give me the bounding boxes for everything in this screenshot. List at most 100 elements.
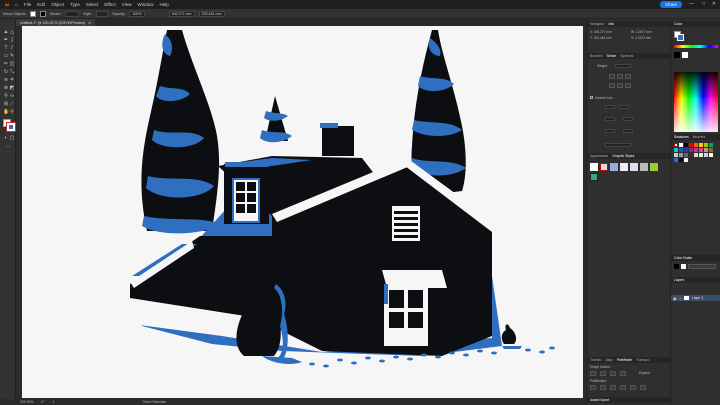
cap-square-button[interactable] [625,74,631,79]
close-tab-icon[interactable]: ✕ [88,21,91,25]
swatch-magenta[interactable] [694,148,698,152]
y-field[interactable]: 225.481 mm [198,10,225,17]
swatch-gray-2[interactable] [679,153,683,157]
rotation-angle[interactable]: 0° [41,400,44,404]
stroke-weight-field[interactable] [615,64,631,68]
cap-round-button[interactable] [617,74,623,79]
swatch-light-blue[interactable] [704,153,708,157]
style-dropdown[interactable] [96,10,109,17]
share-button[interactable]: Share [659,1,682,8]
x-field[interactable]: 406.271 mm [168,10,195,17]
tab-info[interactable]: Info [609,22,615,26]
swatch-white[interactable] [679,143,683,147]
scale-start-field[interactable] [605,129,615,133]
graphic-style-4[interactable] [620,163,628,171]
menu-effect[interactable]: Effect [104,2,115,7]
exclude-button[interactable] [620,371,626,376]
menu-type[interactable]: Type [70,2,80,7]
swatch-red[interactable] [689,143,693,147]
fill-swatch[interactable] [29,10,36,17]
tab-stroke[interactable]: Stroke [606,54,616,58]
scale-end-field[interactable] [623,129,633,133]
swatch-light-green[interactable] [699,153,703,157]
cap-butt-button[interactable] [609,74,615,79]
swatch-pink[interactable] [699,148,703,152]
home-icon[interactable]: ⌂ [15,2,18,8]
swatch-orange[interactable] [694,143,698,147]
eraser-tool-icon[interactable]: ◫ [9,61,15,67]
unite-button[interactable] [590,371,596,376]
black-swatch[interactable] [674,52,680,58]
zoom-level[interactable]: 100.25% [20,400,33,404]
stroke-swatch[interactable] [39,10,46,17]
menu-file[interactable]: File [24,2,31,7]
swatch-accent-blue[interactable] [674,158,678,162]
swatch-lime[interactable] [704,143,708,147]
menu-object[interactable]: Object [51,2,64,7]
tab-asset-export[interactable]: Asset Export [590,398,609,402]
tab-transparency[interactable]: Transpa [636,358,648,362]
tab-graphic-styles[interactable]: Graphic Styles [612,154,634,158]
tab-symbols[interactable]: Symbols [620,54,633,58]
arrowhead-end[interactable] [623,117,633,121]
tab-brushes[interactable]: Brushes [590,54,602,58]
dashed-line-checkbox[interactable] [590,96,593,99]
graphic-style-6[interactable] [640,163,648,171]
color-spectrum[interactable] [674,72,718,132]
white-swatch[interactable] [682,52,688,58]
tab-color-guide[interactable]: Color Guide [674,256,692,260]
corner-miter-button[interactable] [609,83,615,88]
corner-bevel-button[interactable] [625,83,631,88]
swatch-ink[interactable] [679,158,683,162]
more-tools-icon[interactable]: … [5,143,11,149]
layer-expand-icon[interactable]: › [680,296,681,301]
minus-front-button[interactable] [600,371,606,376]
tab-transform[interactable]: Transfo [590,358,601,362]
graphic-style-3[interactable] [610,163,618,171]
minus-back-button[interactable] [640,385,646,390]
artboard-number[interactable]: 1 [53,400,55,404]
intersect-button[interactable] [610,371,616,376]
zoom-tool-icon[interactable]: ⚲ [9,109,15,115]
tab-align[interactable]: Align [605,358,613,362]
direct-selection-tool-icon[interactable]: △ [9,29,15,35]
harmony-rules-dropdown[interactable] [688,264,716,269]
graphic-style-default[interactable] [590,163,598,171]
swatch-tan[interactable] [704,148,708,152]
tab-appearance[interactable]: Appearance [590,154,608,158]
screen-mode-icon[interactable]: ▢ [9,135,15,141]
swatch-green[interactable] [709,143,713,147]
layer-row[interactable]: ◉ › Layer 1 [671,295,720,301]
dash-field-1[interactable] [605,105,615,109]
layer-name[interactable]: Layer 1 [692,296,703,300]
menu-view[interactable]: View [122,2,132,7]
stroke-color-icon[interactable] [6,122,16,132]
minimize-icon[interactable]: — [689,1,694,7]
layer-visibility-icon[interactable]: ◉ [673,296,677,301]
swatch-light-red[interactable] [694,153,698,157]
swatch-paper[interactable] [684,158,688,162]
swatch-black[interactable] [684,143,688,147]
crop-button[interactable] [620,385,626,390]
tab-swatches[interactable]: Swatches [674,135,689,139]
opacity-field[interactable]: 100% [129,10,145,17]
swatch-gray-1[interactable] [674,153,678,157]
stroke-weight-field[interactable] [65,10,80,17]
swatch-blue[interactable] [679,148,683,152]
tab-layers[interactable]: Layers [674,278,684,282]
tab-navigator[interactable]: Navigator [590,22,605,26]
menu-edit[interactable]: Edit [37,2,45,7]
expand-button[interactable]: Expand [639,371,650,375]
swatch-yellow[interactable] [699,143,703,147]
swatch-purple[interactable] [689,148,693,152]
slice-tool-icon[interactable]: ⟋ [9,101,15,107]
tab-swatch-brushes[interactable]: Brushes [693,135,705,139]
divide-button[interactable] [590,385,596,390]
menu-select[interactable]: Select [86,2,99,7]
trim-button[interactable] [600,385,606,390]
menu-window[interactable]: Window [137,2,153,7]
corner-round-button[interactable] [617,83,623,88]
swatch-gray-4[interactable] [689,153,693,157]
paintbrush-tool-icon[interactable]: ✎ [9,53,15,59]
swatch-indigo[interactable] [684,148,688,152]
